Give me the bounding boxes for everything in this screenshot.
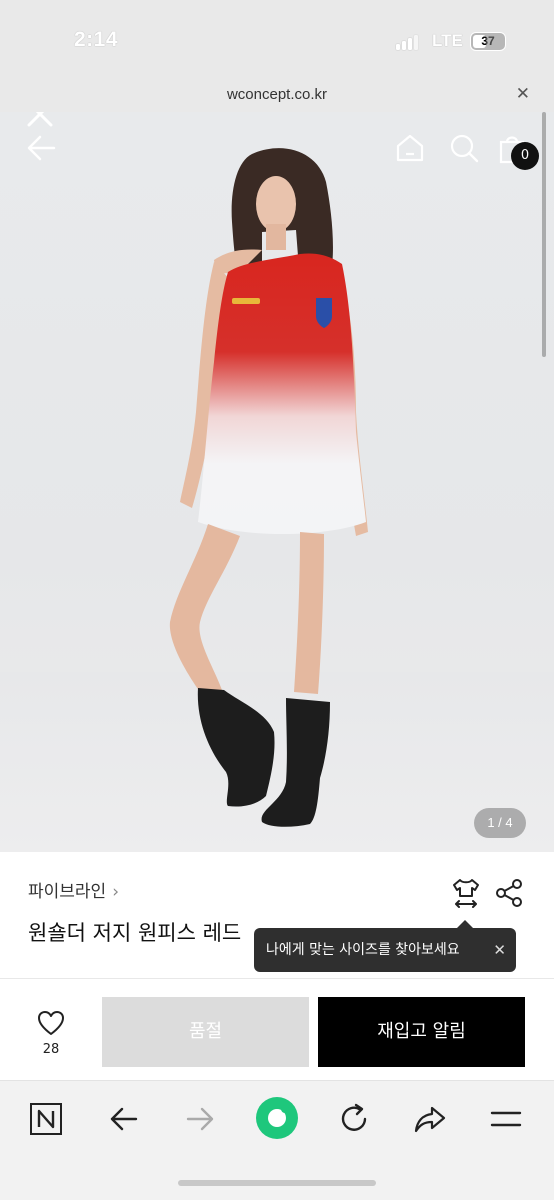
restock-alert-button[interactable]: 재입고 알림 xyxy=(318,997,525,1067)
url-text: wconcept.co.kr xyxy=(226,86,328,103)
close-icon[interactable] xyxy=(24,112,56,130)
url-bar[interactable]: wconcept.co.kr ✕ xyxy=(0,80,554,112)
tooltip-close-icon[interactable]: ✕ xyxy=(493,928,506,972)
size-tooltip[interactable]: 나에게 맞는 사이즈를 찾아보세요 ✕ xyxy=(254,920,516,972)
status-time: 2:14 xyxy=(74,28,119,51)
back-arrow-icon[interactable] xyxy=(26,134,58,162)
menu-icon[interactable] xyxy=(488,1101,528,1141)
chevron-right-icon: › xyxy=(112,882,120,902)
size-tooltip-text: 나에게 맞는 사이즈를 찾아보세요 xyxy=(266,942,460,958)
home-indicator xyxy=(178,1180,376,1186)
brand-link[interactable]: 파이브라인 › xyxy=(28,877,119,902)
soldout-button[interactable]: 품절 xyxy=(102,997,309,1067)
product-photo xyxy=(0,148,554,852)
scrollbar[interactable] xyxy=(542,112,546,357)
like-button[interactable]: 28 xyxy=(28,1010,74,1057)
forward-icon[interactable] xyxy=(182,1101,222,1141)
naver-n-icon[interactable] xyxy=(28,1101,68,1141)
cart-count-badge: 0 xyxy=(511,142,539,170)
refresh-icon[interactable] xyxy=(336,1101,376,1141)
heart-icon xyxy=(38,1011,64,1035)
search-icon[interactable] xyxy=(448,132,480,164)
home-icon[interactable] xyxy=(394,132,426,164)
back-icon[interactable] xyxy=(106,1101,146,1141)
like-count: 28 xyxy=(42,1042,60,1057)
brand-name: 파이브라인 xyxy=(28,882,107,902)
forward-share-icon[interactable] xyxy=(412,1101,452,1141)
status-bar: 2:14 LTE 37 xyxy=(0,0,554,80)
image-page-indicator: 1 / 4 xyxy=(474,808,526,838)
product-title: 원숄더 저지 원피스 레드 xyxy=(28,921,242,945)
battery-icon: 37 xyxy=(470,32,506,51)
network-type: LTE xyxy=(432,31,463,50)
product-image[interactable]: 0 1 / 4 xyxy=(0,112,554,852)
signal-icon xyxy=(396,34,422,50)
divider xyxy=(0,978,554,979)
green-circle-home-icon[interactable] xyxy=(254,1095,300,1141)
tooltip-arrow xyxy=(457,920,473,928)
battery-level: 37 xyxy=(481,34,495,48)
tshirt-size-icon[interactable] xyxy=(450,876,482,908)
url-close-icon[interactable]: ✕ xyxy=(516,84,530,104)
share-icon[interactable] xyxy=(494,878,524,908)
